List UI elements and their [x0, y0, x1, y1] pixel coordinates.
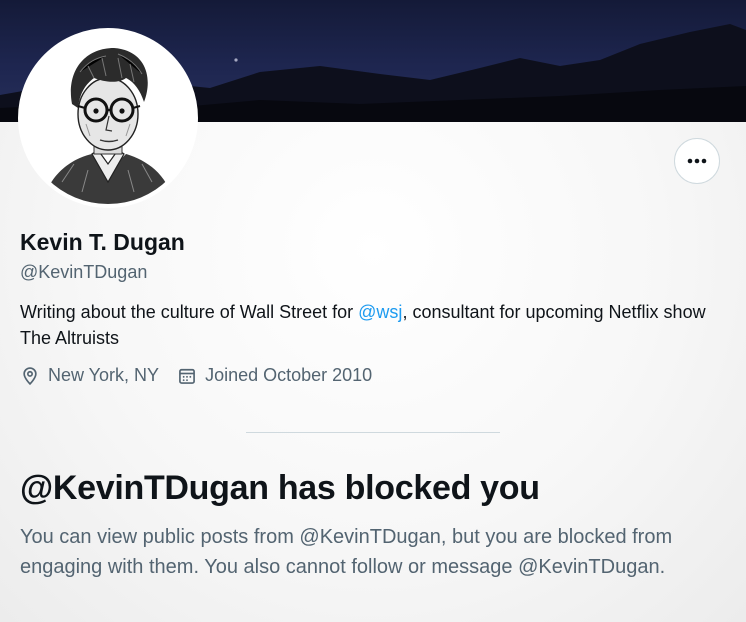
blocked-title: @KevinTDugan has blocked you	[20, 469, 540, 507]
profile-bio: Writing about the culture of Wall Street…	[20, 299, 730, 351]
joined-text: Joined October 2010	[205, 365, 373, 385]
avatar-sketch-portrait	[22, 32, 194, 204]
bio-text-start: Writing about the culture of Wall Street…	[20, 302, 359, 322]
blocked-description: You can view public posts from @KevinTDu…	[20, 526, 673, 578]
ellipsis-icon	[687, 158, 707, 164]
more-options-button[interactable]	[674, 138, 720, 184]
location-pin-icon	[23, 366, 37, 385]
location-item: New York, NY	[20, 365, 159, 386]
avatar[interactable]	[18, 28, 198, 208]
location-text: New York, NY	[48, 365, 160, 385]
section-divider	[246, 432, 500, 433]
profile-meta: New York, NY Joined October 2010	[20, 365, 372, 386]
profile-handle: @KevinTDugan	[20, 262, 148, 282]
calendar-icon	[179, 368, 195, 384]
profile-page: Kevin T. Dugan @KevinTDugan Writing abou…	[0, 0, 746, 622]
profile-name: Kevin T. Dugan	[20, 229, 185, 255]
bio-mention-link[interactable]: @wsj	[358, 302, 402, 322]
joined-item: Joined October 2010	[177, 365, 372, 386]
